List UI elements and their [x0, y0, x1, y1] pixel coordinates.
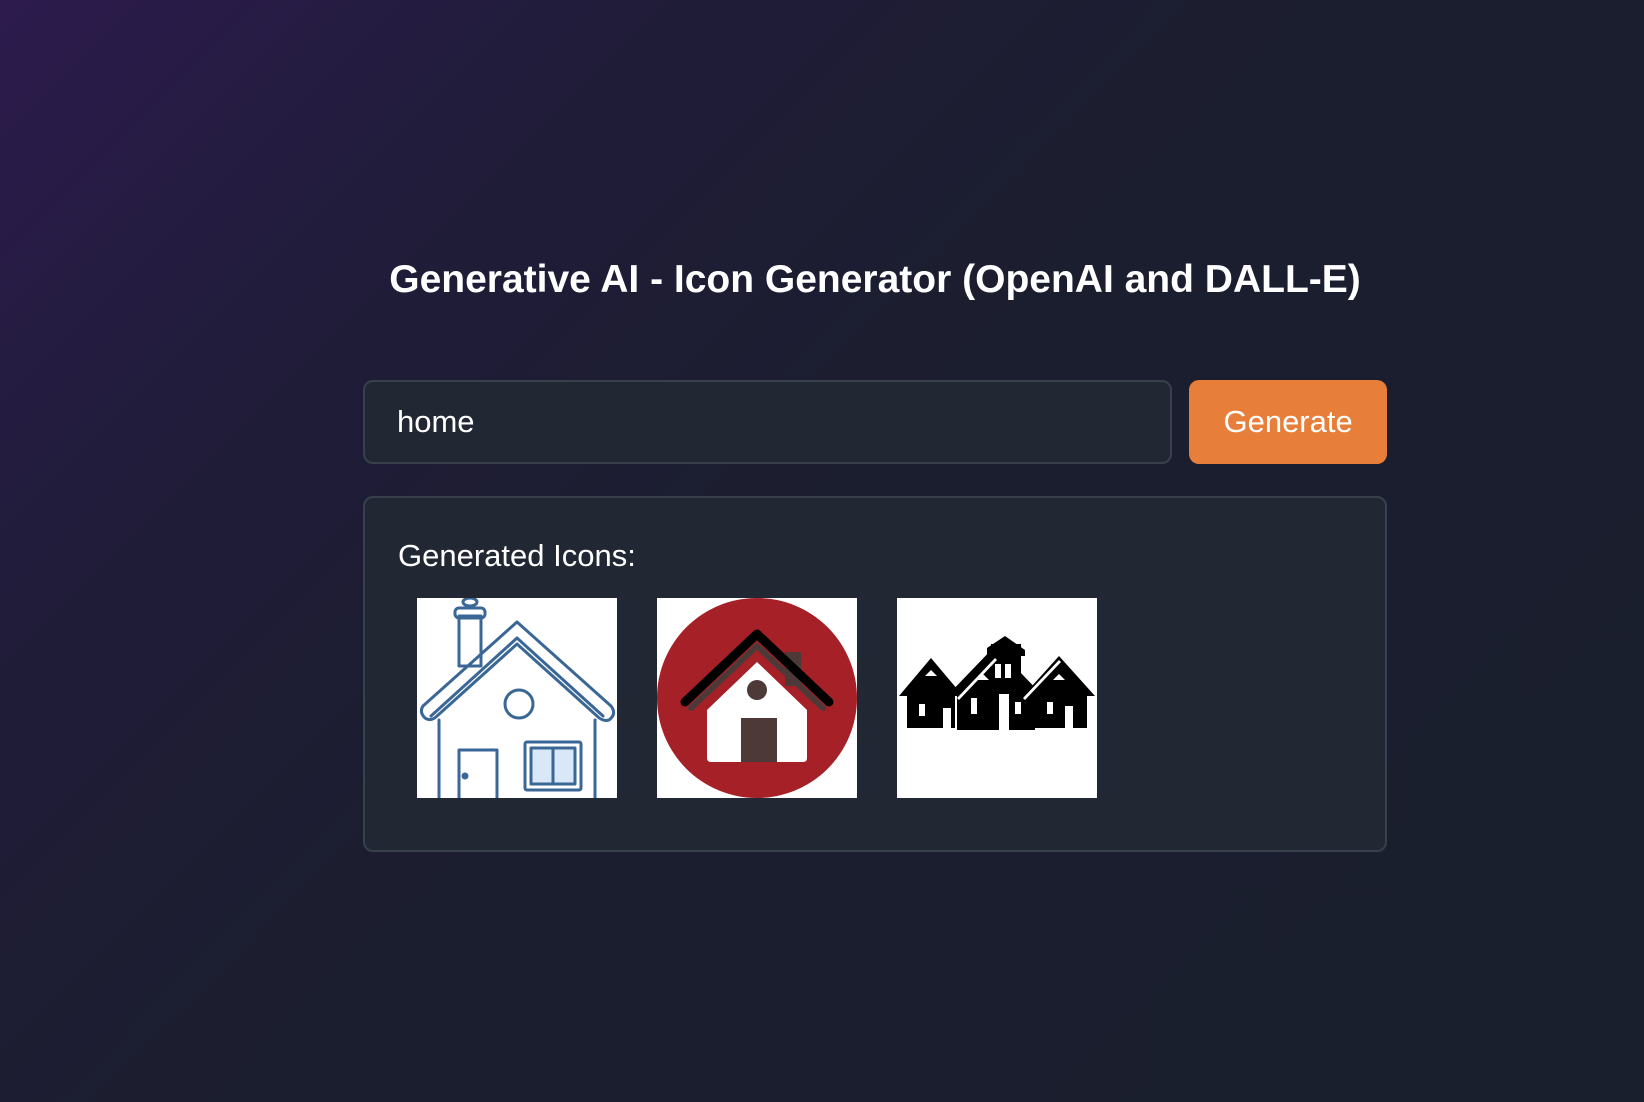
black-houses-silhouette-icon	[899, 636, 1095, 730]
generated-icon-3[interactable]	[897, 598, 1097, 798]
generated-icon-2[interactable]	[657, 598, 857, 798]
results-label: Generated Icons:	[398, 538, 636, 573]
outline-house-icon	[419, 598, 616, 798]
page-title: Generative AI - Icon Generator (OpenAI a…	[389, 258, 1361, 301]
prompt-row: Generate	[363, 380, 1387, 464]
red-circle-house-icon	[657, 598, 857, 798]
results-panel: Generated Icons:	[363, 496, 1387, 852]
generated-icon-1[interactable]	[417, 598, 617, 798]
generate-button[interactable]: Generate	[1189, 380, 1387, 464]
prompt-input[interactable]	[363, 380, 1173, 464]
